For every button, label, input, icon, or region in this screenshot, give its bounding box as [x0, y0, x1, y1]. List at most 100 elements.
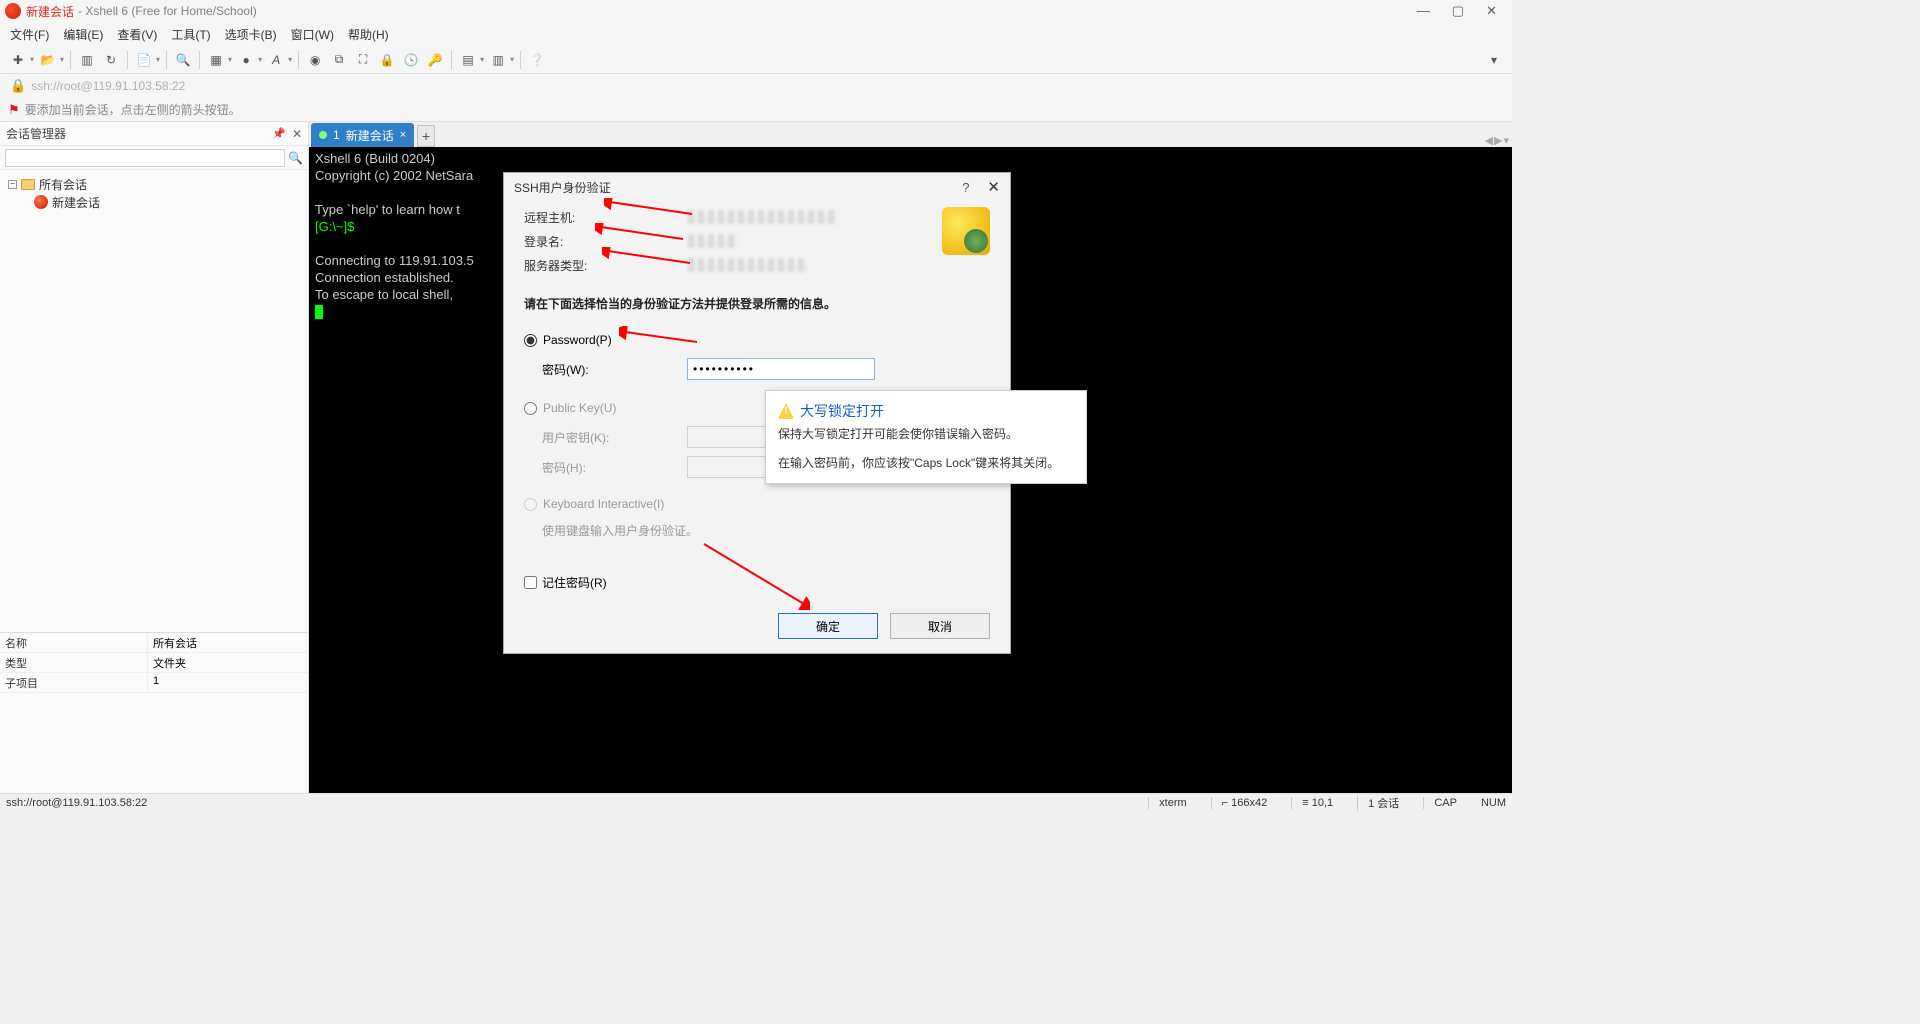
flag-icon: ⚑: [8, 102, 20, 118]
config-icon[interactable]: ▦: [206, 50, 226, 70]
password-field-label: 密码(W):: [542, 361, 687, 378]
session-icon: [34, 195, 48, 209]
sidebar-title: 会话管理器: [6, 125, 66, 142]
minimize-button[interactable]: —: [1417, 3, 1430, 19]
passphrase-label: 密码(H):: [542, 459, 687, 476]
record-icon[interactable]: ◉: [305, 50, 325, 70]
annotation-arrow: [604, 198, 694, 218]
new-tab-button[interactable]: +: [417, 125, 435, 147]
option-keyboard: Keyboard Interactive(I): [524, 490, 990, 518]
key-icon[interactable]: 🔑: [425, 50, 445, 70]
menu-help[interactable]: 帮助(H): [348, 26, 389, 43]
tab-strip: 1 新建会话 × + ◀ ▶ ▾: [309, 122, 1512, 147]
prop-key: 名称: [0, 633, 148, 652]
menu-tools[interactable]: 工具(T): [171, 26, 210, 43]
lock-icon[interactable]: 🔒: [377, 50, 397, 70]
globe-icon[interactable]: ●: [236, 50, 256, 70]
font-icon[interactable]: A: [266, 50, 286, 70]
address-url[interactable]: ssh://root@119.91.103.58:22: [31, 79, 185, 93]
app-icon: [5, 3, 21, 19]
radio-publickey[interactable]: [524, 402, 537, 415]
tooltip-line2: 在输入密码前，你应该按"Caps Lock"键来将其关闭。: [778, 454, 1074, 473]
toolbar-overflow-icon[interactable]: ▾: [1484, 50, 1504, 70]
menu-view[interactable]: 查看(V): [117, 26, 157, 43]
copy-icon[interactable]: 📄: [134, 50, 154, 70]
remember-label: 记住密码(R): [542, 574, 607, 591]
menu-edit[interactable]: 编辑(E): [63, 26, 103, 43]
session-title: 新建会话: [26, 3, 74, 20]
split-icon[interactable]: ▥: [488, 50, 508, 70]
reconnect-icon[interactable]: ↻: [101, 50, 121, 70]
dialog-title: SSH用户身份验证: [514, 179, 611, 196]
radio-password[interactable]: [524, 334, 537, 347]
status-sessions: 1 会话: [1357, 795, 1409, 811]
tab-label: 新建会话: [346, 127, 394, 144]
password-input[interactable]: [687, 358, 875, 380]
prop-key: 类型: [0, 653, 148, 672]
menu-window[interactable]: 窗口(W): [291, 26, 334, 43]
lock-indicator-icon: 🔒: [10, 78, 26, 94]
tooltip-title: 大写锁定打开: [800, 401, 884, 421]
auth-instruction: 请在下面选择恰当的身份验证方法并提供登录所需的信息。: [524, 295, 990, 312]
tab-next-icon[interactable]: ▶: [1494, 134, 1502, 147]
toolbar: ✚▾ 📂▾ ▥ ↻ 📄▾ 🔍 ▦▾ ●▾ A▾ ◉ ⧉ ⛶ 🔒 🕓 🔑 ▤▾ ▥…: [0, 46, 1512, 74]
close-window-button[interactable]: ✕: [1486, 3, 1497, 19]
keyboard-desc: 使用键盘输入用户身份验证。: [524, 518, 990, 542]
dialog-close-icon[interactable]: ✕: [987, 178, 1000, 196]
connected-icon: [319, 131, 327, 139]
sidebar-search-icon[interactable]: 🔍: [288, 151, 303, 165]
address-bar: 🔒 ssh://root@119.91.103.58:22: [0, 74, 1512, 98]
tree-root-label: 所有会话: [39, 176, 87, 193]
annotation-arrow: [619, 326, 699, 346]
folder-icon: [21, 179, 35, 190]
title-bar: 新建会话 - Xshell 6 (Free for Home/School) —…: [0, 0, 1512, 22]
script-icon[interactable]: ⧉: [329, 50, 349, 70]
annotation-arrow: [700, 540, 810, 610]
cancel-button[interactable]: 取消: [890, 613, 990, 639]
tree-root[interactable]: − 所有会话: [8, 175, 300, 193]
menu-bar: 文件(F) 编辑(E) 查看(V) 工具(T) 选项卡(B) 窗口(W) 帮助(…: [0, 22, 1512, 46]
new-session-icon[interactable]: ✚: [8, 50, 28, 70]
expand-icon[interactable]: ⛶: [353, 50, 373, 70]
login-value: [688, 234, 738, 248]
status-size: ⌐ 166x42: [1211, 797, 1278, 809]
prop-val: 文件夹: [148, 653, 308, 672]
terminal-icon[interactable]: ▥: [77, 50, 97, 70]
option-password[interactable]: Password(P): [524, 326, 990, 354]
tree-session-item[interactable]: 新建会话: [8, 193, 300, 211]
maximize-button[interactable]: ▢: [1452, 3, 1464, 19]
prop-val: 1: [148, 673, 308, 692]
menu-file[interactable]: 文件(F): [10, 26, 49, 43]
session-tree: − 所有会话 新建会话: [0, 170, 308, 632]
tree-child-label: 新建会话: [52, 194, 100, 211]
layout-icon[interactable]: ▤: [458, 50, 478, 70]
remember-checkbox[interactable]: [524, 576, 537, 589]
tab-prev-icon[interactable]: ◀: [1485, 134, 1493, 147]
history-icon[interactable]: 🕓: [401, 50, 421, 70]
info-text: 要添加当前会话，点击左侧的箭头按钮。: [25, 101, 241, 118]
pin-icon[interactable]: 📌: [272, 127, 286, 140]
tab-index: 1: [333, 128, 340, 142]
status-bar: ssh://root@119.91.103.58:22 xterm ⌐ 166x…: [0, 793, 1512, 811]
search-icon[interactable]: 🔍: [173, 50, 193, 70]
open-icon[interactable]: 📂: [38, 50, 58, 70]
radio-keyboard: [524, 498, 537, 511]
tree-toggle-icon[interactable]: −: [8, 180, 17, 189]
auth-icon: [942, 207, 990, 255]
tab-list-icon[interactable]: ▾: [1503, 134, 1509, 147]
menu-tabs[interactable]: 选项卡(B): [225, 26, 277, 43]
prop-val: 所有会话: [148, 633, 308, 652]
annotation-arrow: [595, 223, 685, 243]
help-icon[interactable]: ❔: [527, 50, 547, 70]
session-manager-panel: 会话管理器 📌 ✕ 🔍 − 所有会话 新建会话 名称所有会话 类型文件夹 子项目…: [0, 122, 309, 793]
sidebar-search-input[interactable]: [5, 149, 285, 167]
dialog-help-icon[interactable]: ?: [962, 180, 969, 195]
prop-key: 子项目: [0, 673, 148, 692]
tooltip-line1: 保持大写锁定打开可能会使你错误输入密码。: [778, 425, 1074, 444]
capslock-tooltip: !大写锁定打开 保持大写锁定打开可能会使你错误输入密码。 在输入密码前，你应该按…: [765, 390, 1087, 484]
userkey-label: 用户密钥(K):: [542, 429, 687, 446]
ok-button[interactable]: 确定: [778, 613, 878, 639]
session-tab[interactable]: 1 新建会话 ×: [311, 123, 414, 147]
tab-close-icon[interactable]: ×: [400, 129, 406, 141]
sidebar-close-icon[interactable]: ✕: [292, 127, 302, 141]
